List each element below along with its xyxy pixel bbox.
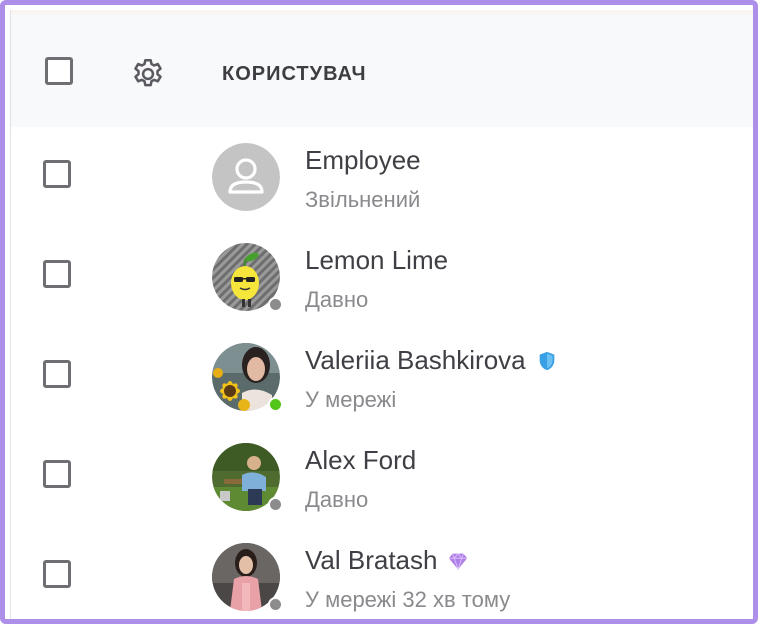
avatar[interactable]: [212, 443, 283, 513]
user-status: У мережі 32 хв тому: [305, 587, 511, 612]
column-title-user[interactable]: КОРИСТУВАЧ: [222, 63, 367, 86]
table-row[interactable]: Employee Звільнений: [11, 127, 753, 228]
header-top-strip: [11, 10, 753, 16]
diamond-icon: [449, 552, 468, 571]
user-name[interactable]: Valeriia Bashkirova: [305, 345, 558, 376]
avatar[interactable]: [212, 143, 282, 213]
row-checkbox[interactable]: [43, 460, 71, 488]
shield-icon: [539, 351, 554, 370]
select-all-checkbox[interactable]: [45, 57, 73, 85]
table-row[interactable]: Val Bratash У мережі 32 хв тому: [11, 527, 753, 619]
user-name[interactable]: Employee: [305, 145, 421, 176]
user-name-text[interactable]: Val Bratash: [305, 545, 437, 576]
avatar[interactable]: [212, 343, 283, 413]
table-row[interactable]: Alex Ford Давно: [11, 427, 753, 528]
presence-indicator-offline: [268, 597, 283, 612]
user-name-text[interactable]: Alex Ford: [305, 445, 416, 476]
user-name-text[interactable]: Lemon Lime: [305, 245, 448, 276]
gear-icon[interactable]: [129, 55, 167, 93]
table-row[interactable]: Lemon Lime Давно: [11, 227, 753, 328]
user-name-text[interactable]: Employee: [305, 145, 421, 176]
default-user-icon: [212, 143, 280, 211]
avatar[interactable]: [212, 243, 283, 313]
user-name[interactable]: Val Bratash: [305, 545, 469, 576]
user-status: У мережі: [305, 387, 397, 412]
row-checkbox[interactable]: [43, 360, 71, 388]
row-checkbox[interactable]: [43, 260, 71, 288]
table-row[interactable]: Valeriia Bashkirova У мережі: [11, 327, 753, 428]
presence-indicator-offline: [268, 497, 283, 512]
users-table: КОРИСТУВАЧ Employee Звільнений Lemon Lim…: [10, 10, 753, 619]
avatar[interactable]: [212, 543, 283, 613]
user-status: Звільнений: [305, 187, 421, 212]
user-name-text[interactable]: Valeriia Bashkirova: [305, 345, 526, 376]
table-frame: КОРИСТУВАЧ Employee Звільнений Lemon Lim…: [0, 0, 758, 624]
table-header: КОРИСТУВАЧ: [11, 10, 753, 128]
user-status: Давно: [305, 287, 369, 312]
row-checkbox[interactable]: [43, 560, 71, 588]
row-checkbox[interactable]: [43, 160, 71, 188]
presence-indicator-offline: [268, 297, 283, 312]
user-status: Давно: [305, 487, 369, 512]
user-name[interactable]: Lemon Lime: [305, 245, 448, 276]
presence-indicator-online: [268, 397, 283, 412]
user-name[interactable]: Alex Ford: [305, 445, 416, 476]
